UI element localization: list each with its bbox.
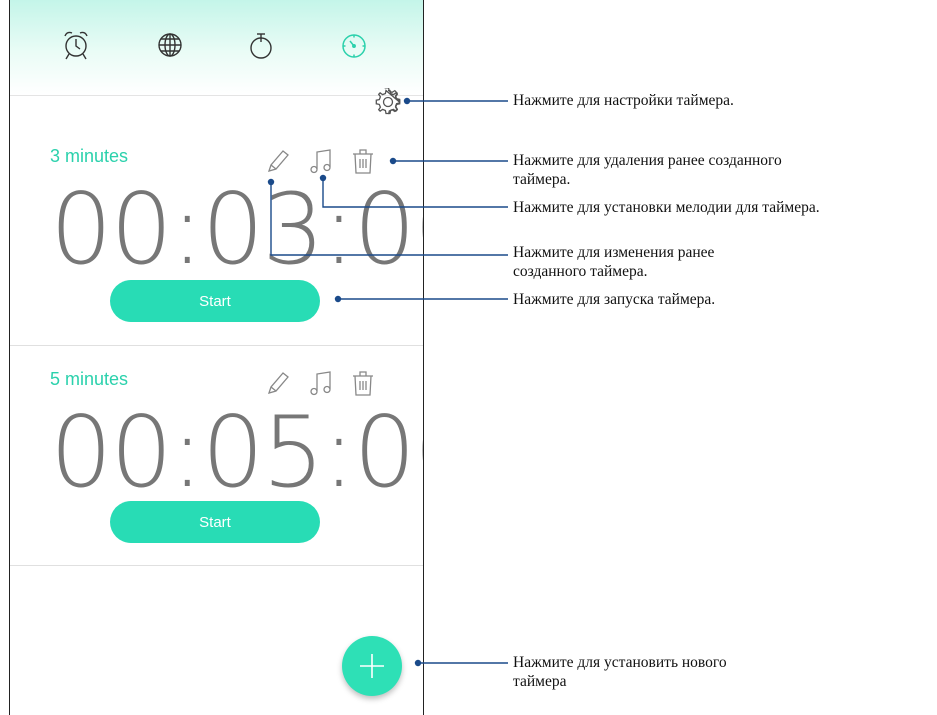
plus-icon: [360, 654, 384, 678]
pencil-edit-icon[interactable]: [265, 146, 291, 176]
timer-icon: [342, 34, 366, 58]
callout-ringtone: Нажмите для установки мелодии для таймер…: [513, 199, 820, 216]
callout-delete-line2: таймера.: [513, 171, 571, 188]
tab-bar: [10, 0, 423, 96]
alarm-clock-icon: [64, 31, 88, 60]
timer-countdown: 00:05:00: [50, 396, 423, 510]
stopwatch-icon: [250, 33, 272, 59]
callout-delete: Нажмите для удаления ранее созданного та…: [513, 151, 782, 189]
tab-stopwatch[interactable]: [246, 28, 276, 62]
callout-edit: Нажмите для изменения ранее созданного т…: [513, 243, 714, 281]
trash-delete-icon[interactable]: [350, 146, 376, 176]
start-button[interactable]: Start: [110, 501, 320, 543]
settings-gear-icon[interactable]: [374, 87, 402, 116]
divider: [10, 345, 423, 346]
callout-start: Нажмите для запуска таймера.: [513, 291, 716, 308]
music-note-icon[interactable]: [308, 146, 334, 176]
trash-delete-icon[interactable]: [350, 368, 376, 398]
start-button[interactable]: Start: [110, 280, 320, 322]
timer-title: 3 minutes: [50, 146, 129, 166]
divider: [10, 565, 423, 566]
tab-timer[interactable]: [339, 28, 369, 62]
callout-add: Нажмите для установить нового таймера: [513, 653, 727, 691]
callout-add-line1: Нажмите для установить нового: [513, 654, 727, 671]
tab-alarm[interactable]: [61, 28, 91, 62]
music-note-icon[interactable]: [308, 368, 334, 398]
callout-edit-line1: Нажмите для изменения ранее: [513, 244, 715, 261]
globe-icon: [158, 33, 182, 57]
add-timer-button[interactable]: [342, 636, 402, 696]
pencil-edit-icon[interactable]: [265, 368, 291, 398]
phone-screen: 3 minutes 00:03:00 Start: [9, 0, 424, 715]
callout-settings: Нажмите для настройки таймера.: [513, 92, 734, 109]
timer-countdown: 00:03:00: [50, 173, 423, 287]
callout-edit-line2: созданного таймера.: [513, 263, 648, 280]
callout-delete-line1: Нажмите для удаления ранее созданного: [513, 152, 782, 169]
tab-world-clock[interactable]: [155, 28, 185, 62]
timer-title: 5 minutes: [50, 369, 129, 389]
callout-add-line2: таймера: [513, 673, 567, 690]
